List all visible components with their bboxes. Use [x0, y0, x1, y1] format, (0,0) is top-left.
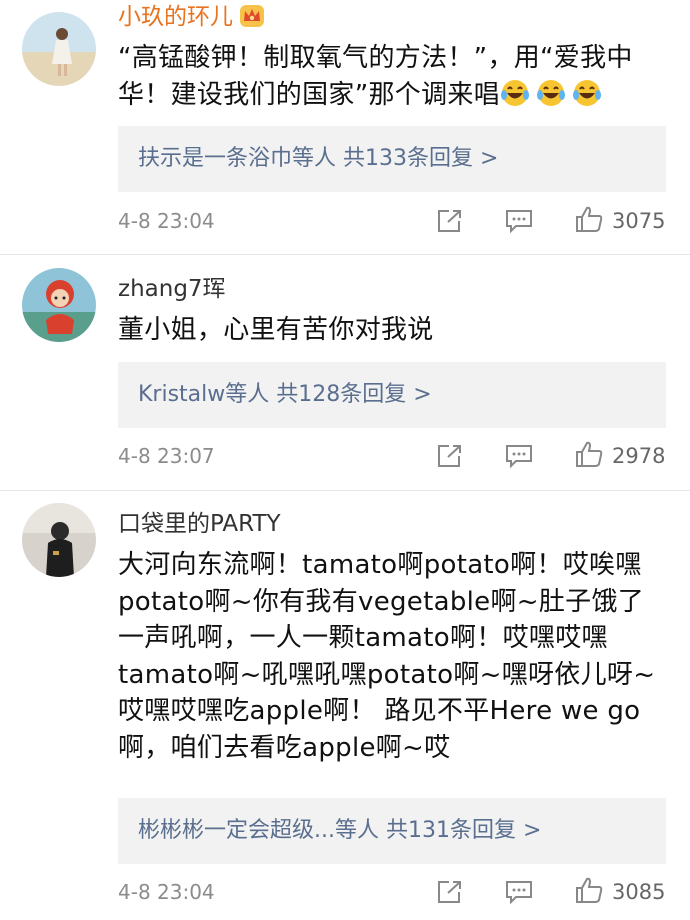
replies-link[interactable]: Kristalw等人 共128条回复 > — [118, 362, 666, 428]
laughing-tears-emoji-icon — [536, 79, 565, 106]
username[interactable]: zhang7珲 — [118, 274, 226, 304]
comment-text-line: 一声吼啊，一人一颗tamato啊！哎嘿哎嘿 — [118, 623, 608, 653]
laughing-tears-emoji-icon — [500, 79, 529, 106]
comment-text-line: tamato啊~吼嘿吼嘿potato啊~嘿呀依儿呀~ — [118, 659, 656, 690]
like-count: 3085 — [612, 880, 666, 904]
comment-text-line: 大河向东流啊！tamato啊potato啊！哎唉嘿 — [118, 550, 642, 580]
divider — [0, 254, 690, 255]
comment-text: 董小姐，心里有苦你对我说 — [118, 315, 434, 345]
avatar[interactable] — [22, 268, 96, 342]
timestamp: 4-8 23:04 — [118, 880, 215, 904]
comment-text: 大河向东流啊！tamato啊potato啊！哎唉嘿 potato啊~你有我有veg… — [118, 547, 663, 766]
replies-link[interactable]: 扶示是一条浴巾等人 共133条回复 > — [118, 126, 666, 192]
username[interactable]: 口袋里的PARTY — [118, 509, 281, 539]
timestamp: 4-8 23:07 — [118, 444, 215, 468]
like-count: 3075 — [612, 209, 666, 233]
thumbs-up-icon[interactable] — [574, 439, 604, 469]
thumbs-up-icon[interactable] — [574, 875, 604, 905]
replies-link[interactable]: 彬彬彬一定会超级...等人 共131条回复 > — [118, 798, 666, 864]
comment-icon[interactable] — [504, 879, 534, 905]
avatar[interactable] — [22, 503, 96, 577]
crown-badge-icon — [240, 5, 264, 27]
timestamp: 4-8 23:04 — [118, 209, 215, 233]
divider — [0, 490, 690, 491]
comment-text-line: 哎嘿哎嘿吃apple啊！ 路见不平Here we go — [118, 696, 641, 726]
username[interactable]: 小玖的环儿 — [118, 2, 265, 32]
comment-icon[interactable] — [504, 443, 534, 469]
like-count: 2978 — [612, 444, 666, 468]
comment-text-line: 啊，咱们去看吃apple啊~哎 — [118, 732, 451, 763]
avatar[interactable] — [22, 12, 96, 86]
comment-icon[interactable] — [504, 208, 534, 234]
laughing-tears-emoji-icon — [572, 79, 601, 106]
thumbs-up-icon[interactable] — [574, 204, 604, 234]
comment-text-line: potato啊~你有我有vegetable啊~肚子饿了 — [118, 586, 645, 617]
share-icon[interactable] — [436, 443, 464, 469]
comment-text: “高锰酸钾！制取氧气的方法！”，用“爱我中 华！建设我们的国家”那个调来唱 — [118, 43, 633, 110]
share-icon[interactable] — [436, 208, 464, 234]
share-icon[interactable] — [436, 879, 464, 905]
